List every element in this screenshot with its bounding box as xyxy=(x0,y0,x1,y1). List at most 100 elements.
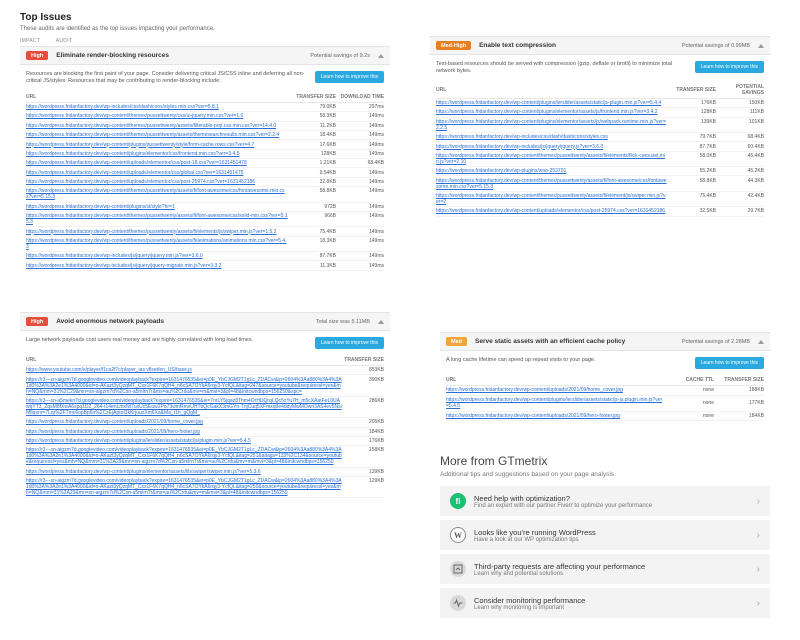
resource-link[interactable]: https://wordpress.fridanfactory.dev/wp-c… xyxy=(26,229,276,235)
compression-title: Enable text compression xyxy=(479,42,556,49)
resource-link[interactable]: https://wordpress.fridanfactory.dev/wp-c… xyxy=(436,109,658,115)
learn-button[interactable]: Learn how to improve this xyxy=(695,61,764,73)
resource-link[interactable]: https://wordpress.fridanfactory.dev/wp-i… xyxy=(436,144,603,150)
resource-link[interactable]: https://r3---sn-aigzrn7d.googlevideo.com… xyxy=(26,377,342,395)
resource-link[interactable]: https://wordpress.fridanfactory.dev/wp-c… xyxy=(26,151,239,157)
resource-link[interactable]: https://wordpress.fridanfactory.dev/wp-c… xyxy=(436,119,668,131)
table-row: https://www.youtube.com/s/player/f1ca2f7… xyxy=(26,366,384,375)
resource-link[interactable]: https://wordpress.fridanfactory.dev/wp-i… xyxy=(26,253,203,259)
more-text: Need help with optimization? Find an exp… xyxy=(474,494,652,509)
resource-link[interactable]: https://r3---sn-aigzrn7d.googlevideo.com… xyxy=(26,447,342,465)
col-transfer: Transfer Size xyxy=(668,82,716,99)
payloads-savings: Total size was 5.11MB xyxy=(316,319,370,325)
table-row: https://wordpress.fridanfactory.dev/wp-c… xyxy=(436,207,764,216)
caret-up-icon xyxy=(758,340,764,344)
resource-link[interactable]: https://www.youtube.com/s/player/f1ca2f7… xyxy=(26,367,342,373)
chevron-right-icon: › xyxy=(757,564,760,575)
learn-button[interactable]: Learn how to improve this xyxy=(315,71,384,83)
impact-badge-high: High xyxy=(26,317,48,326)
table-row: https://wordpress.fridanfactory.dev/wp-i… xyxy=(26,252,384,261)
compression-body: Text-based resources should be served wi… xyxy=(430,55,770,217)
col-potential: Potential Savings xyxy=(716,82,764,99)
caret-up-icon xyxy=(378,54,384,58)
table-row: https://wordpress.fridanfactory.dev/wp-i… xyxy=(436,142,764,151)
resource-link[interactable]: https://r3---sn-aigzrn7d.googlevideo.com… xyxy=(26,478,342,496)
col-url: URL xyxy=(446,375,664,386)
table-row: https://wordpress.fridanfactory.dev/wp-p… xyxy=(436,167,764,176)
label-impact: Impact xyxy=(20,38,40,44)
table-row: https://wordpress.fridanfactory.dev/wp-c… xyxy=(436,176,764,191)
more-item-sub: Find an expert with our partner Fiverr t… xyxy=(474,503,652,509)
payloads-panel: High Avoid enormous network payloads Tot… xyxy=(20,312,390,498)
resource-link[interactable]: https://r3---sn-a5mekn7d.googlevideo.com… xyxy=(26,398,342,416)
resource-link[interactable]: https://wordpress.fridanfactory.dev/wp-i… xyxy=(436,134,608,140)
resource-link[interactable]: https://wordpress.fridanfactory.dev/wp-c… xyxy=(26,204,175,210)
table-row: https://wordpress.fridanfactory.dev/wp-c… xyxy=(436,98,764,107)
resource-link[interactable]: https://wordpress.fridanfactory.dev/wp-i… xyxy=(26,104,219,110)
resource-link[interactable]: https://wordpress.fridanfactory.dev/wp-c… xyxy=(26,160,247,166)
resource-link[interactable]: https://wordpress.fridanfactory.dev/wp-c… xyxy=(26,113,243,119)
more-text: Consider monitoring performance Learn wh… xyxy=(474,596,585,611)
resource-link[interactable]: https://wordpress.fridanfactory.dev/wp-c… xyxy=(26,469,342,475)
table-row: https://wordpress.fridanfactory.dev/wp-c… xyxy=(26,418,384,427)
table-row: https://wordpress.fridanfactory.dev/wp-i… xyxy=(26,102,384,111)
render-blocking-desc: Resources are blocking the first paint o… xyxy=(26,71,309,86)
table-row: https://wordpress.fridanfactory.dev/wp-c… xyxy=(436,191,764,206)
chevron-right-icon: › xyxy=(757,496,760,507)
resource-link[interactable]: https://wordpress.fridanfactory.dev/wp-c… xyxy=(26,238,288,250)
impact-audit-labels: Impact Audit xyxy=(20,38,390,44)
col-url: URL xyxy=(436,82,668,99)
resource-link[interactable]: https://wordpress.fridanfactory.dev/wp-c… xyxy=(436,178,668,190)
resource-link[interactable]: https://wordpress.fridanfactory.dev/wp-c… xyxy=(436,193,668,205)
more-item[interactable]: W Looks like you're running WordPress Ha… xyxy=(440,520,770,550)
resource-link[interactable]: https://wordpress.fridanfactory.dev/wp-c… xyxy=(436,208,665,214)
render-blocking-header[interactable]: High Eliminate render-blocking resources… xyxy=(20,46,390,65)
payloads-header[interactable]: High Avoid enormous network payloads Tot… xyxy=(20,312,390,331)
top-issues-subheading: These audits are identified as the top i… xyxy=(20,26,390,32)
table-row: https://wordpress.fridanfactory.dev/wp-c… xyxy=(26,168,384,177)
caret-up-icon xyxy=(378,320,384,324)
table-row: https://wordpress.fridanfactory.dev/wp-i… xyxy=(436,132,764,141)
more-item[interactable]: Third-party requests are affecting your … xyxy=(440,554,770,584)
cache-savings: Potential savings of 2.28MB xyxy=(682,339,750,345)
resource-link[interactable]: https://wordpress.fridanfactory.dev/wp-c… xyxy=(26,170,243,176)
learn-button[interactable]: Learn how to improve this xyxy=(315,337,384,349)
resource-link[interactable]: https://wordpress.fridanfactory.dev/wp-c… xyxy=(26,438,342,444)
resource-link[interactable]: https://wordpress.fridanfactory.dev/wp-c… xyxy=(26,419,342,425)
resource-link[interactable]: https://wordpress.fridanfactory.dev/wp-c… xyxy=(436,153,668,165)
col-url: URL xyxy=(26,355,342,366)
render-blocking-savings: Potential savings of 9.2s xyxy=(310,53,370,59)
more-item[interactable]: Consider monitoring performance Learn wh… xyxy=(440,588,770,618)
more-from-gtmetrix: More from GTmetrix Additional tips and s… xyxy=(440,454,770,622)
resource-link[interactable]: https://wordpress.fridanfactory.dev/wp-c… xyxy=(446,387,623,393)
performance-icon xyxy=(450,595,466,611)
resource-link[interactable]: https://wordpress.fridanfactory.dev/wp-c… xyxy=(26,429,342,435)
resource-link[interactable]: https://wordpress.fridanfactory.dev/wp-c… xyxy=(26,123,276,129)
table-row: https://wordpress.fridanfactory.dev/wp-c… xyxy=(26,211,384,226)
table-row: https://wordpress.fridanfactory.dev/wp-c… xyxy=(26,140,384,149)
resource-link[interactable]: https://wordpress.fridanfactory.dev/wp-c… xyxy=(446,413,620,419)
more-item-title: Third-party requests are affecting your … xyxy=(474,562,645,571)
cache-header[interactable]: Med Serve static assets with an efficien… xyxy=(440,332,770,351)
table-row: https://wordpress.fridanfactory.dev/wp-c… xyxy=(26,202,384,211)
third-party-icon xyxy=(450,561,466,577)
compression-header[interactable]: Med-High Enable text compression Potenti… xyxy=(430,36,770,55)
resource-link[interactable]: https://wordpress.fridanfactory.dev/wp-i… xyxy=(26,263,221,269)
table-row: https://wordpress.fridanfactory.dev/wp-c… xyxy=(26,112,384,121)
resource-link[interactable]: https://wordpress.fridanfactory.dev/wp-c… xyxy=(26,132,279,138)
cache-desc: A long cache lifetime can speed up repea… xyxy=(446,357,689,364)
resource-link[interactable]: https://wordpress.fridanfactory.dev/wp-c… xyxy=(26,142,254,148)
more-item-title: Consider monitoring performance xyxy=(474,596,585,605)
learn-button[interactable]: Learn how to improve this xyxy=(695,357,764,369)
resource-link[interactable]: https://wordpress.fridanfactory.dev/wp-c… xyxy=(26,179,255,185)
col-url: URL xyxy=(26,92,288,103)
resource-link[interactable]: https://wordpress.fridanfactory.dev/wp-p… xyxy=(436,168,566,174)
more-item[interactable]: fi Need help with optimization? Find an … xyxy=(440,486,770,516)
resource-link[interactable]: https://wordpress.fridanfactory.dev/wp-c… xyxy=(436,100,661,106)
table-row: https://wordpress.fridanfactory.dev/wp-c… xyxy=(26,121,384,130)
resource-link[interactable]: https://wordpress.fridanfactory.dev/wp-c… xyxy=(26,213,288,225)
more-subheading: Additional tips and suggestions based on… xyxy=(440,471,770,478)
resource-link[interactable]: https://wordpress.fridanfactory.dev/wp-c… xyxy=(446,397,662,409)
resource-link[interactable]: https://wordpress.fridanfactory.dev/wp-c… xyxy=(26,188,288,200)
cache-table: URL Cache TTL Transfer Size https://word… xyxy=(446,375,764,421)
